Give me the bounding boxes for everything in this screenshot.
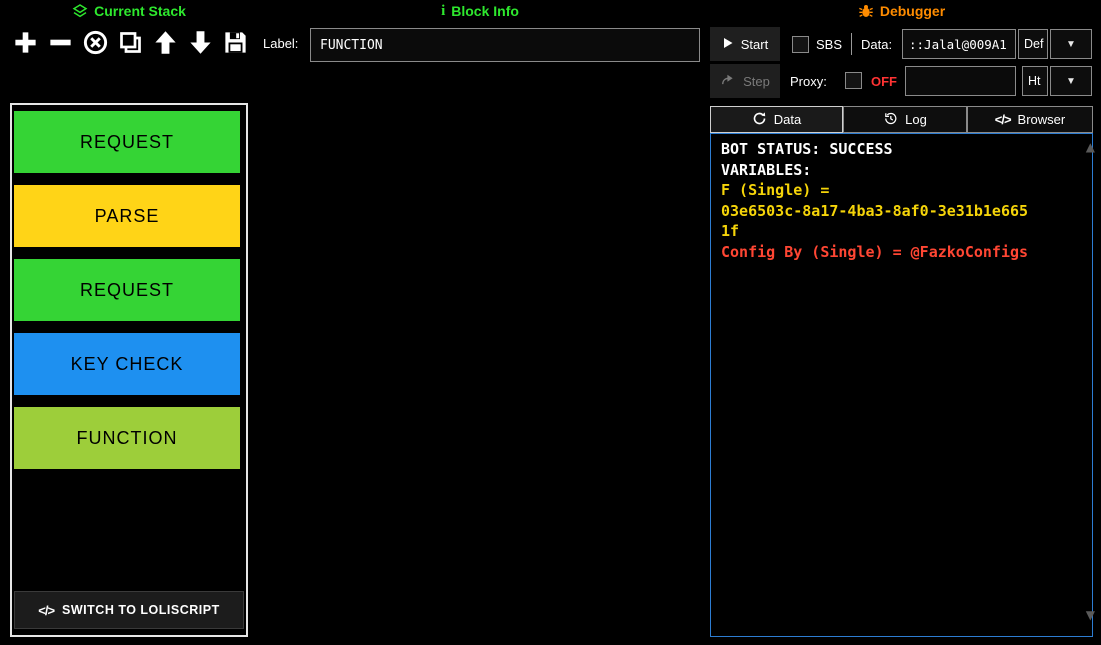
switch-label: SWITCH TO LOLISCRIPT <box>62 603 220 617</box>
plus-icon <box>12 29 39 56</box>
wordlist-type-dropdown[interactable]: ▼ <box>1050 29 1092 59</box>
viewer-tabs: Data Log </> Browser <box>710 106 1093 133</box>
console-line: VARIABLES: <box>721 160 1082 181</box>
stack-block-function[interactable]: FUNCTION <box>14 407 240 469</box>
proxy-type-dropdown[interactable]: ▼ <box>1050 66 1092 96</box>
stack-block-request-1[interactable]: REQUEST <box>14 111 240 173</box>
tab-data[interactable]: Data <box>710 106 843 133</box>
clear-stack-button[interactable] <box>80 25 111 59</box>
divider <box>851 33 852 55</box>
arrow-down-icon <box>187 29 214 56</box>
tab-log[interactable]: Log <box>843 106 967 133</box>
stack-block-request-2[interactable]: REQUEST <box>14 259 240 321</box>
code-icon: </> <box>38 603 54 618</box>
arrow-up-icon <box>152 29 179 56</box>
block-info-header: i Block Info <box>380 1 580 21</box>
stack-block-keycheck[interactable]: KEY CHECK <box>14 333 240 395</box>
save-config-button[interactable] <box>220 25 251 59</box>
current-stack-header: Current Stack <box>10 1 248 21</box>
block-label-input[interactable] <box>310 28 700 62</box>
copy-icon <box>117 29 144 56</box>
switch-to-loliscript-button[interactable]: </> SWITCH TO LOLISCRIPT <box>14 591 244 629</box>
current-stack-label: Current Stack <box>94 3 186 19</box>
debugger-label: Debugger <box>880 3 945 19</box>
remove-block-button[interactable] <box>45 25 76 59</box>
start-button[interactable]: Start <box>710 27 780 61</box>
console-line: BOT STATUS: SUCCESS <box>721 139 1082 160</box>
proxy-checkbox[interactable] <box>845 72 862 89</box>
tab-browser-label: Browser <box>1018 112 1066 127</box>
history-icon <box>883 111 898 129</box>
move-up-button[interactable] <box>150 25 181 59</box>
stack-toolbar <box>10 25 251 59</box>
chevron-down-icon: ▼ <box>1066 76 1076 87</box>
bug-icon <box>858 3 874 19</box>
tab-log-label: Log <box>905 112 927 127</box>
step-button[interactable]: Step <box>710 64 780 98</box>
proxy-type-value[interactable]: Ht <box>1022 66 1048 96</box>
stacker-screen: Current Stack i Block Info Debugger <box>0 0 1101 645</box>
proxy-state-badge: OFF <box>871 74 897 89</box>
add-block-button[interactable] <box>10 25 41 59</box>
circle-x-icon <box>82 29 109 56</box>
proxy-caption: Proxy: <box>790 74 827 89</box>
console-line: F (Single) = <box>721 180 1082 201</box>
scroll-down-icon[interactable]: ▼ <box>1086 608 1095 622</box>
play-icon <box>722 36 734 53</box>
wordlist-type-value[interactable]: Def <box>1018 29 1048 59</box>
move-down-button[interactable] <box>185 25 216 59</box>
console-line: 1f <box>721 221 1082 242</box>
start-label: Start <box>741 37 768 52</box>
sbs-label: SBS <box>816 37 842 52</box>
tab-browser[interactable]: </> Browser <box>967 106 1093 133</box>
data-input[interactable] <box>902 29 1016 59</box>
code-icon: </> <box>995 112 1011 127</box>
clone-block-button[interactable] <box>115 25 146 59</box>
chevron-down-icon: ▼ <box>1066 39 1076 50</box>
console-line: Config By (Single) = @FazkoConfigs <box>721 242 1082 263</box>
save-icon <box>222 29 249 56</box>
block-label-caption: Label: <box>263 36 298 51</box>
info-icon: i <box>441 3 445 20</box>
step-label: Step <box>743 74 770 89</box>
stack-icon <box>72 3 88 19</box>
proxy-input[interactable] <box>905 66 1016 96</box>
stack-panel: REQUEST PARSE REQUEST KEY CHECK FUNCTION… <box>10 103 248 637</box>
tab-data-label: Data <box>774 112 801 127</box>
minus-icon <box>47 29 74 56</box>
scroll-up-icon[interactable]: ▲ <box>1086 140 1095 154</box>
step-icon <box>720 73 736 90</box>
stack-block-parse[interactable]: PARSE <box>14 185 240 247</box>
data-caption: Data: <box>861 37 892 52</box>
console-output: BOT STATUS: SUCCESS VARIABLES: F (Single… <box>710 133 1093 637</box>
block-info-label: Block Info <box>451 3 519 19</box>
console-line: 03e6503c-8a17-4ba3-8af0-3e31b1e665 <box>721 201 1082 222</box>
debugger-header: Debugger <box>710 1 1093 21</box>
refresh-icon <box>752 111 767 129</box>
sbs-checkbox[interactable] <box>792 36 809 53</box>
